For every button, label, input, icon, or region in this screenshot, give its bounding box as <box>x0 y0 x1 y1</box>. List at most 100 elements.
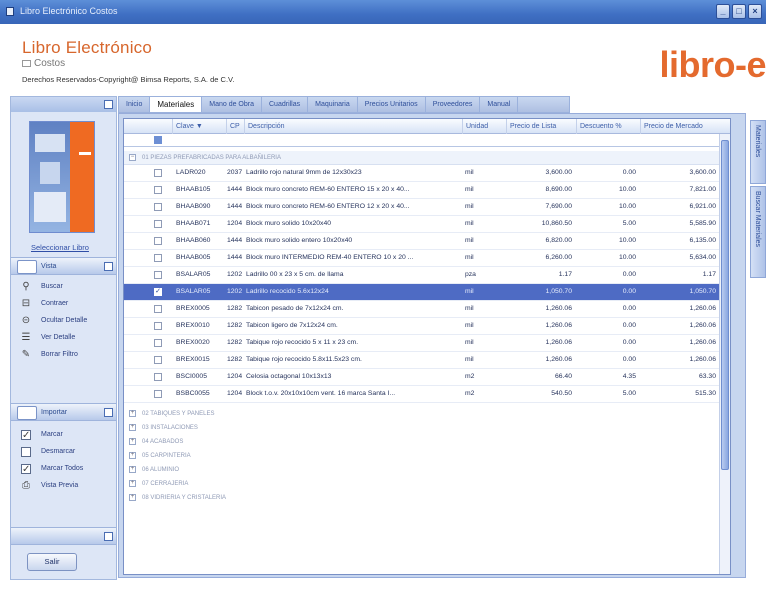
tab-manual[interactable]: Manual <box>480 97 519 112</box>
cell-clave: BSALAR05 <box>176 288 211 295</box>
row-checkbox[interactable] <box>154 271 162 279</box>
cell-precio-mercado: 1,260.06 <box>689 356 716 363</box>
right-tab-buscar-materiales[interactable]: Buscar Materiales <box>750 186 766 278</box>
group-row-collapsed[interactable]: +08 VIDRIERIA Y CRISTALERIA <box>124 491 730 505</box>
group-row-collapsed[interactable]: +03 INSTALACIONES <box>124 421 730 435</box>
row-checkbox[interactable] <box>154 356 162 364</box>
group-row-collapsed[interactable]: +05 CARPINTERIA <box>124 449 730 463</box>
expand-group-icon[interactable]: + <box>129 480 136 487</box>
tab-cuadrillas[interactable]: Cuadrillas <box>262 97 309 112</box>
column-header-unidad[interactable]: Unidad <box>462 119 506 134</box>
table-row[interactable]: BHAAB060 1444 Block muro solido entero 10x… <box>124 233 730 250</box>
column-header-cp[interactable]: CP <box>226 119 244 134</box>
collapse-icon[interactable] <box>104 262 113 271</box>
table-row[interactable]: BREX0010 1282 Tabicon ligero de 7x12x24 cm… <box>124 318 730 335</box>
cell-clave: BREX0010 <box>176 322 210 329</box>
row-checkbox[interactable] <box>154 237 162 245</box>
group-row-open[interactable]: −01 PIEZAS PREFABRICADAS PARA ALBAÑILERI… <box>124 151 730 165</box>
close-button[interactable]: × <box>748 4 762 19</box>
row-checkbox[interactable] <box>154 169 162 177</box>
table-row[interactable]: BREX0015 1282 Tabique rojo recocido 5.8x11… <box>124 352 730 369</box>
tab-inicio[interactable]: Inicio <box>119 97 151 112</box>
row-checkbox[interactable] <box>154 254 162 262</box>
collapse-group-icon[interactable]: − <box>129 154 136 161</box>
row-checkbox[interactable] <box>154 186 162 194</box>
collapse-icon[interactable] <box>104 100 113 109</box>
menu-item-contraer[interactable]: ⊟ Contraer <box>11 296 116 313</box>
cell-cp: 1444 <box>227 254 243 261</box>
table-row[interactable]: ✓ BSALAR05 1202 Ladrillo recocido 5.6x12x24… <box>124 284 730 301</box>
column-header-clave[interactable]: Clave ▼ <box>172 119 226 134</box>
table-row[interactable]: LADR020 2037 Ladrillo rojo natural 9mm de … <box>124 165 730 182</box>
filter-row[interactable] <box>124 134 730 147</box>
cell-unidad: mil <box>465 305 474 312</box>
table-row[interactable]: BSCI0005 1204 Celosia octagonal 10x13x13 m2… <box>124 369 730 386</box>
row-checkbox[interactable] <box>154 390 162 398</box>
table-row[interactable]: BREX0005 1282 Tabicon pesado de 7x12x24 cm… <box>124 301 730 318</box>
column-header-descuento[interactable]: Descuento % <box>576 119 640 134</box>
menu-item-desmarcar[interactable]: Desmarcar <box>11 444 116 461</box>
filter-icon <box>154 136 162 144</box>
tab-precios-unitarios[interactable]: Precios Unitarios <box>358 97 426 112</box>
exit-button[interactable]: Salir <box>27 553 77 571</box>
expand-group-icon[interactable]: + <box>129 452 136 459</box>
right-tab-materiales[interactable]: Materiales <box>750 120 766 184</box>
row-checkbox[interactable] <box>154 305 162 313</box>
collapse-icon[interactable] <box>104 532 113 541</box>
app-name: Libro Electrónico <box>22 38 153 57</box>
maximize-button[interactable]: □ <box>732 4 746 19</box>
table-row[interactable]: BHAAB105 1444 Block muro concreto REM-60 E… <box>124 182 730 199</box>
group-row-collapsed[interactable]: +07 CERRAJERIA <box>124 477 730 491</box>
expand-group-icon[interactable]: + <box>129 438 136 445</box>
table-row[interactable]: BHAAB005 1444 Block muro INTERMEDIO REM-40… <box>124 250 730 267</box>
menu-item-borrar-filtro[interactable]: ✎ Borrar Filtro <box>11 347 116 364</box>
vista-section-header[interactable]: Vista <box>11 257 116 275</box>
menu-item-ver-detalle[interactable]: ☰ Ver Detalle <box>11 330 116 347</box>
row-checkbox[interactable] <box>154 322 162 330</box>
expand-group-icon[interactable]: + <box>129 410 136 417</box>
column-header-precio-lista[interactable]: Precio de Lista <box>506 119 576 134</box>
tab-materiales[interactable]: Materiales <box>150 97 203 112</box>
scrollbar-thumb[interactable] <box>721 140 729 470</box>
vertical-scrollbar[interactable] <box>719 134 730 574</box>
table-row[interactable]: BREX0020 1282 Tabique rojo recocido 5 x 11… <box>124 335 730 352</box>
cell-clave: BHAAB005 <box>176 254 211 261</box>
menu-item-ocultar-detalle[interactable]: ⊝ Ocultar Detalle <box>11 313 116 330</box>
cell-descuento: 4.35 <box>622 373 636 380</box>
collapse-icon[interactable] <box>104 408 113 417</box>
importar-section-header[interactable]: Importar <box>11 403 116 421</box>
group-row-collapsed[interactable]: +02 TABIQUES Y PANELES <box>124 407 730 421</box>
row-checkbox[interactable] <box>154 220 162 228</box>
table-row[interactable]: BSBC0055 1204 Block t.o.v. 20x10x10cm vent… <box>124 386 730 403</box>
cell-cp: 1282 <box>227 356 243 363</box>
hide-detail-icon: ⊝ <box>21 315 31 326</box>
menu-item-buscar[interactable]: ⚲ Buscar <box>11 279 116 296</box>
expand-group-icon[interactable]: + <box>129 494 136 501</box>
minimize-button[interactable]: _ <box>716 4 730 19</box>
cell-descuento: 0.00 <box>622 305 636 312</box>
row-checkbox[interactable] <box>154 339 162 347</box>
cell-descripcion: Block muro concreto REM-60 ENTERO 15 x 2… <box>246 186 410 193</box>
row-checkbox[interactable] <box>154 203 162 211</box>
menu-item-marcar-todos[interactable]: ✓ Marcar Todos <box>11 461 116 478</box>
row-checkbox[interactable]: ✓ <box>154 288 162 296</box>
tab-mano-de-obra[interactable]: Mano de Obra <box>202 97 262 112</box>
tab-proveedores[interactable]: Proveedores <box>426 97 481 112</box>
column-header-descripcion[interactable]: Descripción <box>244 119 462 134</box>
group-row-collapsed[interactable]: +06 ALUMINIO <box>124 463 730 477</box>
menu-item-vista-previa[interactable]: ⎙ Vista Previa <box>11 478 116 495</box>
table-row[interactable]: BHAAB071 1204 Block muro solido 10x20x40 mi… <box>124 216 730 233</box>
tab-maquinaria[interactable]: Maquinaria <box>308 97 358 112</box>
column-header-precio-mercado[interactable]: Precio de Mercado <box>640 119 720 134</box>
expand-group-icon[interactable]: + <box>129 424 136 431</box>
select-book-link[interactable]: Seleccionar Libro <box>31 243 89 252</box>
table-row[interactable]: BSALAR05 1202 Ladrillo 00 x 23 x 5 cm. de … <box>124 267 730 284</box>
menu-item-marcar[interactable]: ✓ Marcar <box>11 427 116 444</box>
row-checkbox[interactable] <box>154 373 162 381</box>
book-cover-image[interactable] <box>29 121 95 233</box>
table-row[interactable]: BHAAB090 1444 Block muro concreto REM-60 E… <box>124 199 730 216</box>
cell-precio-mercado: 7,821.00 <box>689 186 716 193</box>
group-row-collapsed[interactable]: +04 ACABADOS <box>124 435 730 449</box>
cell-descuento: 10.00 <box>618 203 636 210</box>
expand-group-icon[interactable]: + <box>129 466 136 473</box>
